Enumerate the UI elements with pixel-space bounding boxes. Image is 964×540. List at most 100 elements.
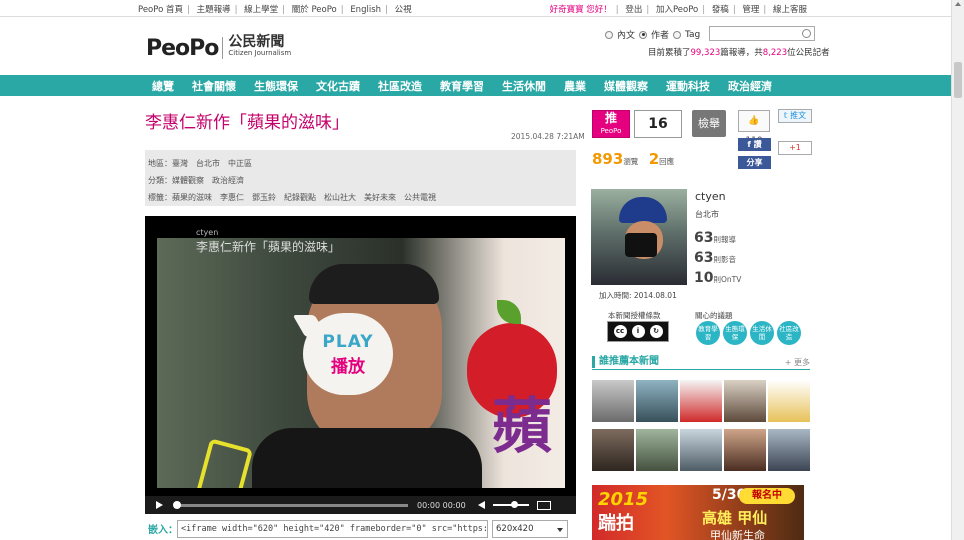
recommender-avatar[interactable] xyxy=(636,380,678,422)
push-button[interactable]: 推 PeoPo xyxy=(592,110,630,138)
ad-headline: 高雄 甲仙 xyxy=(702,509,768,527)
nav-society[interactable]: 社會關懷 xyxy=(192,78,236,94)
nav-ecology[interactable]: 生態環保 xyxy=(254,78,298,94)
ad-tag: 報名中 xyxy=(739,488,795,504)
article-date: 2015.04.28 7:21AM xyxy=(511,132,585,141)
topic-community[interactable]: 社區改造 xyxy=(777,321,801,345)
nav-sports-tech[interactable]: 運動科技 xyxy=(666,78,710,94)
play-button[interactable]: PLAY 播放 xyxy=(303,313,393,395)
facebook-share-button[interactable]: 分享 xyxy=(738,156,771,169)
link-logout[interactable]: 登出 xyxy=(625,5,642,15)
avatar-cap xyxy=(619,197,667,223)
volume-icon[interactable] xyxy=(477,501,485,509)
radio-tag[interactable] xyxy=(673,30,682,39)
radio-author[interactable] xyxy=(639,30,648,39)
top-left-links: PeoPo 首頁 | 主題報導 | 線上學堂 | 關於 PeoPo | English |… xyxy=(138,5,412,15)
like-button[interactable]: 👍 110 xyxy=(738,110,770,146)
phone-graphic xyxy=(194,438,254,488)
meta-tags[interactable]: 標籤：蘋果的滋味 李惠仁 鄧玉鈴 紀錄觀點 松山社大 美好未來 公共電視 xyxy=(148,189,573,206)
nav-education[interactable]: 教育學習 xyxy=(440,78,484,94)
scroll-thumb[interactable] xyxy=(954,62,962,98)
radio-content[interactable] xyxy=(605,30,613,39)
ad-year: 2015 xyxy=(598,489,649,510)
reply-label: 回應 xyxy=(659,157,675,166)
embed-label: 嵌入： xyxy=(148,525,178,536)
meta-category[interactable]: 分類：媒體觀察 政治經濟 xyxy=(148,172,573,189)
cc-license-badge[interactable]: cc i ↻ xyxy=(607,321,669,342)
site-logo[interactable]: PeoPo 公民新聞 Citizen Journalism xyxy=(146,34,291,62)
meta-region[interactable]: 地區：臺灣 台北市 中正區 xyxy=(148,155,573,172)
author-name[interactable]: ctyen xyxy=(695,190,726,203)
logo-zh: 公民新聞 xyxy=(228,34,285,50)
stats-suffix: 位公民記者 xyxy=(787,48,830,58)
topic-leisure[interactable]: 生活休閒 xyxy=(750,321,774,345)
logo-en: Citizen Journalism xyxy=(228,49,292,57)
search-scope-options: 內文 作者 Tag xyxy=(605,28,700,41)
author-reports-label: 則報導 xyxy=(713,235,736,244)
recommender-avatar[interactable] xyxy=(724,380,766,422)
video-uploader: ctyen xyxy=(196,228,219,237)
camera-icon xyxy=(625,233,657,257)
push-label: 推 xyxy=(604,111,617,125)
author-videos-count: 63 xyxy=(694,250,714,266)
video-time: 00:00 00:00 xyxy=(417,500,466,510)
recommender-avatar[interactable] xyxy=(592,429,634,471)
nav-media[interactable]: 媒體觀察 xyxy=(604,78,648,94)
main-nav: 總覽 社會關懷 生態環保 文化古蹟 社區改造 教育學習 生活休閒 農業 媒體觀察… xyxy=(0,75,951,96)
nav-overview[interactable]: 總覽 xyxy=(152,78,174,94)
link-manage[interactable]: 管理 xyxy=(742,5,759,15)
link-support[interactable]: 線上客服 xyxy=(773,5,807,15)
author-avatar[interactable] xyxy=(591,189,687,285)
facebook-like-button[interactable]: f 讚 xyxy=(738,138,771,151)
nav-community[interactable]: 社區改造 xyxy=(378,78,422,94)
plurk-button[interactable]: 𝕥 推文 xyxy=(778,109,812,123)
topic-education[interactable]: 教育學習 xyxy=(696,321,720,345)
event-ad-banner[interactable]: 2015 踹拍 5/30 報名中 高雄 甲仙 甲仙新生命 xyxy=(592,485,804,540)
seek-bar[interactable] xyxy=(173,500,408,509)
report-button[interactable]: 檢舉 xyxy=(692,110,726,137)
recommender-avatar[interactable] xyxy=(592,380,634,422)
play-icon[interactable] xyxy=(156,501,163,509)
link-english[interactable]: English xyxy=(350,5,381,15)
stats-mid: 篇報導，共 xyxy=(720,48,763,58)
search-input[interactable] xyxy=(709,26,815,41)
link-school[interactable]: 線上學堂 xyxy=(244,5,278,15)
scroll-up-icon[interactable] xyxy=(955,2,961,6)
link-pts[interactable]: 公視 xyxy=(395,5,412,15)
recommender-avatar[interactable] xyxy=(724,429,766,471)
stats-reporters: 8,223 xyxy=(762,48,788,58)
link-topics[interactable]: 主題報導 xyxy=(197,5,231,15)
user-greeting[interactable]: 好奇寶寶 您好！ xyxy=(550,5,612,15)
link-home[interactable]: PeoPo 首頁 xyxy=(138,5,183,15)
search-icon[interactable] xyxy=(802,29,811,38)
author-reports: 63則報導 xyxy=(694,230,736,246)
video-controls: 00:00 00:00 xyxy=(145,496,576,514)
stats-count: 99,323 xyxy=(690,48,721,58)
nav-culture[interactable]: 文化古蹟 xyxy=(316,78,360,94)
recommender-avatar[interactable] xyxy=(768,380,810,422)
vertical-scrollbar[interactable] xyxy=(951,0,964,540)
link-about[interactable]: 關於 PeoPo xyxy=(292,5,337,15)
nav-agriculture[interactable]: 農業 xyxy=(564,78,586,94)
recommenders-more-link[interactable]: + 更多 xyxy=(785,357,810,368)
nav-politics[interactable]: 政治經濟 xyxy=(728,78,772,94)
link-join[interactable]: 加入PeoPo xyxy=(656,5,698,15)
view-label: 瀏覽 xyxy=(623,157,639,166)
speaker-shirt xyxy=(252,428,482,488)
volume-slider[interactable] xyxy=(492,501,529,508)
embed-code-input[interactable]: <iframe width="620" height="420" framebo… xyxy=(177,520,488,538)
nav-leisure[interactable]: 生活休閒 xyxy=(502,78,546,94)
stats-prefix: 目前累積了 xyxy=(648,48,691,58)
link-post[interactable]: 發稿 xyxy=(712,5,729,15)
recommender-avatar[interactable] xyxy=(636,429,678,471)
video-title: 李惠仁新作「蘋果的滋味」 xyxy=(196,240,341,254)
reply-count: 2 xyxy=(648,150,660,168)
embed-size-select[interactable]: 620x420 xyxy=(492,520,568,538)
recommender-avatar[interactable] xyxy=(680,380,722,422)
recommender-avatar[interactable] xyxy=(680,429,722,471)
fullscreen-icon[interactable] xyxy=(536,500,551,510)
gplus-button[interactable]: +1 xyxy=(778,141,812,155)
top-utility-bar: PeoPo 首頁 | 主題報導 | 線上學堂 | 關於 PeoPo | English |… xyxy=(0,0,951,17)
topic-ecology[interactable]: 生態環保 xyxy=(723,321,747,345)
recommender-avatar[interactable] xyxy=(768,429,810,471)
